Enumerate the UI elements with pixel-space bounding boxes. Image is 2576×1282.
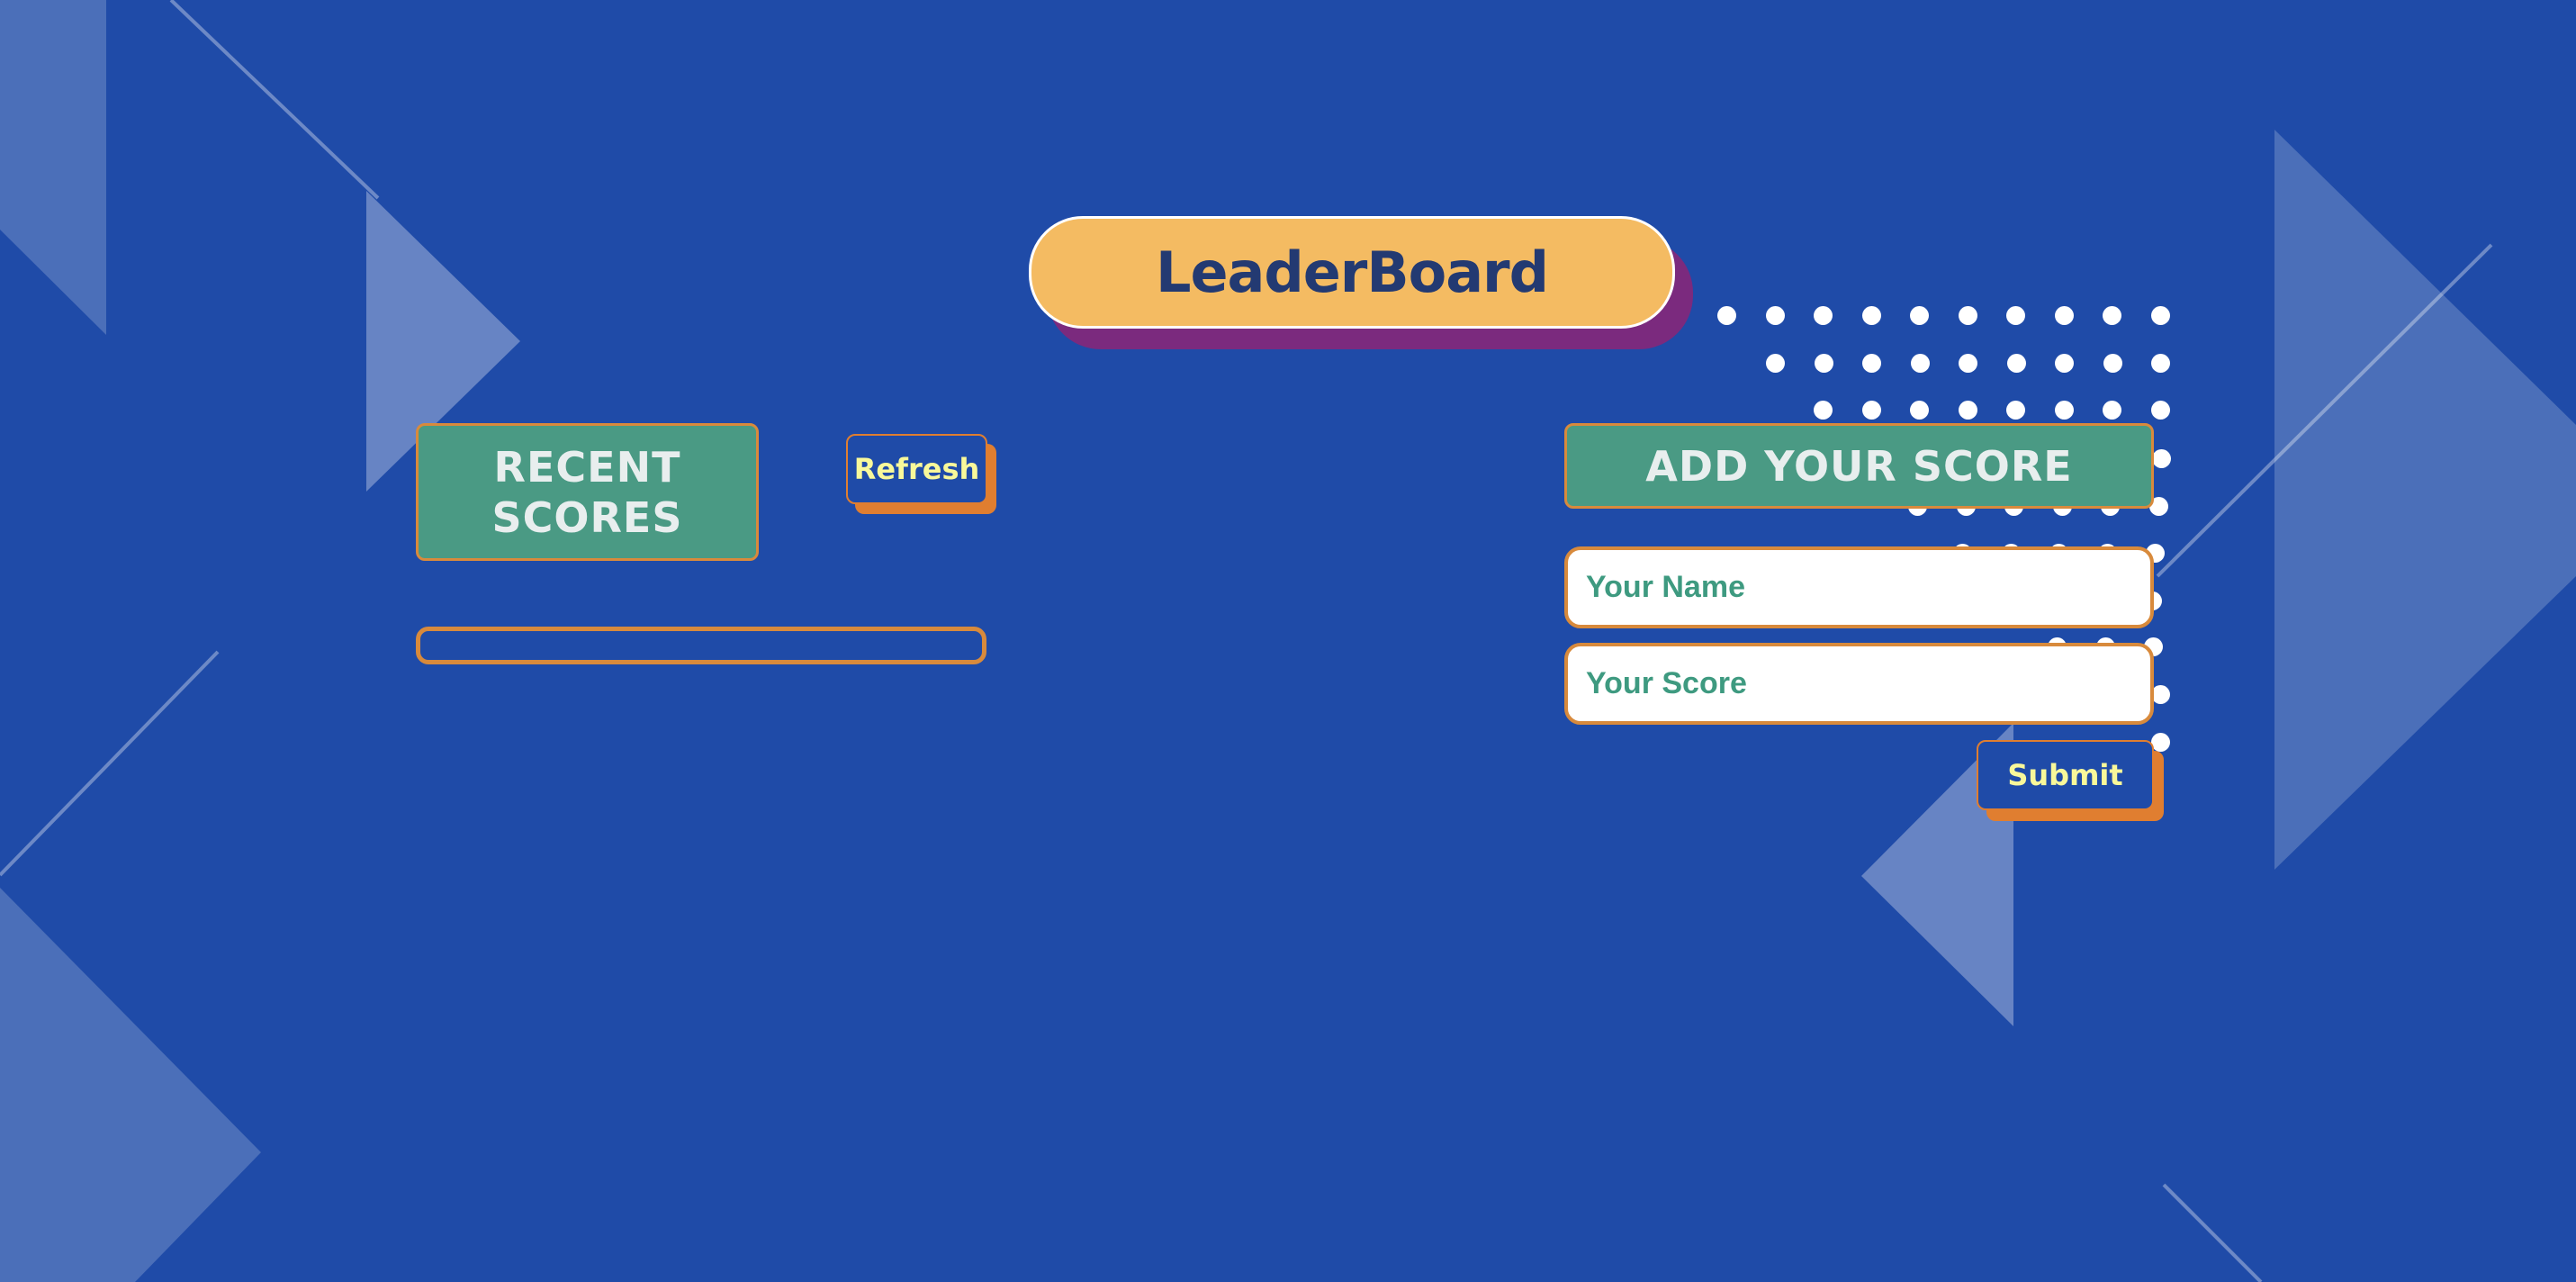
background-decoration xyxy=(0,0,2576,1282)
decorative-dot xyxy=(2007,354,2026,373)
decorative-dot xyxy=(2006,306,2025,325)
decorative-dot xyxy=(2103,401,2121,420)
decorative-dot xyxy=(2055,401,2074,420)
decorative-dot xyxy=(1862,354,1881,373)
decorative-dot xyxy=(1959,306,1977,325)
decorative-dot xyxy=(2151,306,2170,325)
decorative-dot xyxy=(1862,401,1881,420)
decorative-dot xyxy=(2055,354,2074,373)
decorative-dot xyxy=(1766,306,1785,325)
refresh-button[interactable]: Refresh xyxy=(846,434,987,504)
scores-list xyxy=(416,627,986,664)
recent-scores-heading-line1: RECENT xyxy=(493,442,681,492)
decorative-dot xyxy=(2151,401,2170,420)
decorative-dot xyxy=(2151,685,2170,704)
decorative-dot xyxy=(2103,306,2121,325)
decorative-dot xyxy=(2006,401,2025,420)
page-title: LeaderBoard xyxy=(1155,239,1549,305)
decorative-dot xyxy=(1911,354,1930,373)
decorative-dot xyxy=(1910,306,1929,325)
decorative-dot xyxy=(1717,306,1736,325)
decorative-dot xyxy=(1766,354,1785,373)
decorative-dot xyxy=(2055,306,2074,325)
add-score-heading: ADD YOUR SCORE xyxy=(1564,423,2154,509)
score-input[interactable]: Your Score xyxy=(1564,643,2154,725)
decorative-dot xyxy=(1910,401,1929,420)
name-input[interactable]: Your Name xyxy=(1564,546,2154,628)
decorative-dot xyxy=(1814,306,1833,325)
submit-button[interactable]: Submit xyxy=(1977,740,2154,810)
recent-scores-heading: RECENT SCORES xyxy=(416,423,759,561)
recent-scores-heading-line2: SCORES xyxy=(491,492,683,542)
decorative-dot xyxy=(1862,306,1881,325)
title-banner: LeaderBoard xyxy=(1029,216,1675,329)
decorative-dot xyxy=(2151,733,2170,752)
decorative-dot xyxy=(2103,354,2122,373)
decorative-dot xyxy=(1959,401,1977,420)
decorative-dot xyxy=(2152,449,2171,468)
decorative-dot xyxy=(1814,401,1833,420)
decorative-dot xyxy=(1959,354,1977,373)
decorative-dot xyxy=(1815,354,1833,373)
decorative-dot xyxy=(2151,354,2170,373)
